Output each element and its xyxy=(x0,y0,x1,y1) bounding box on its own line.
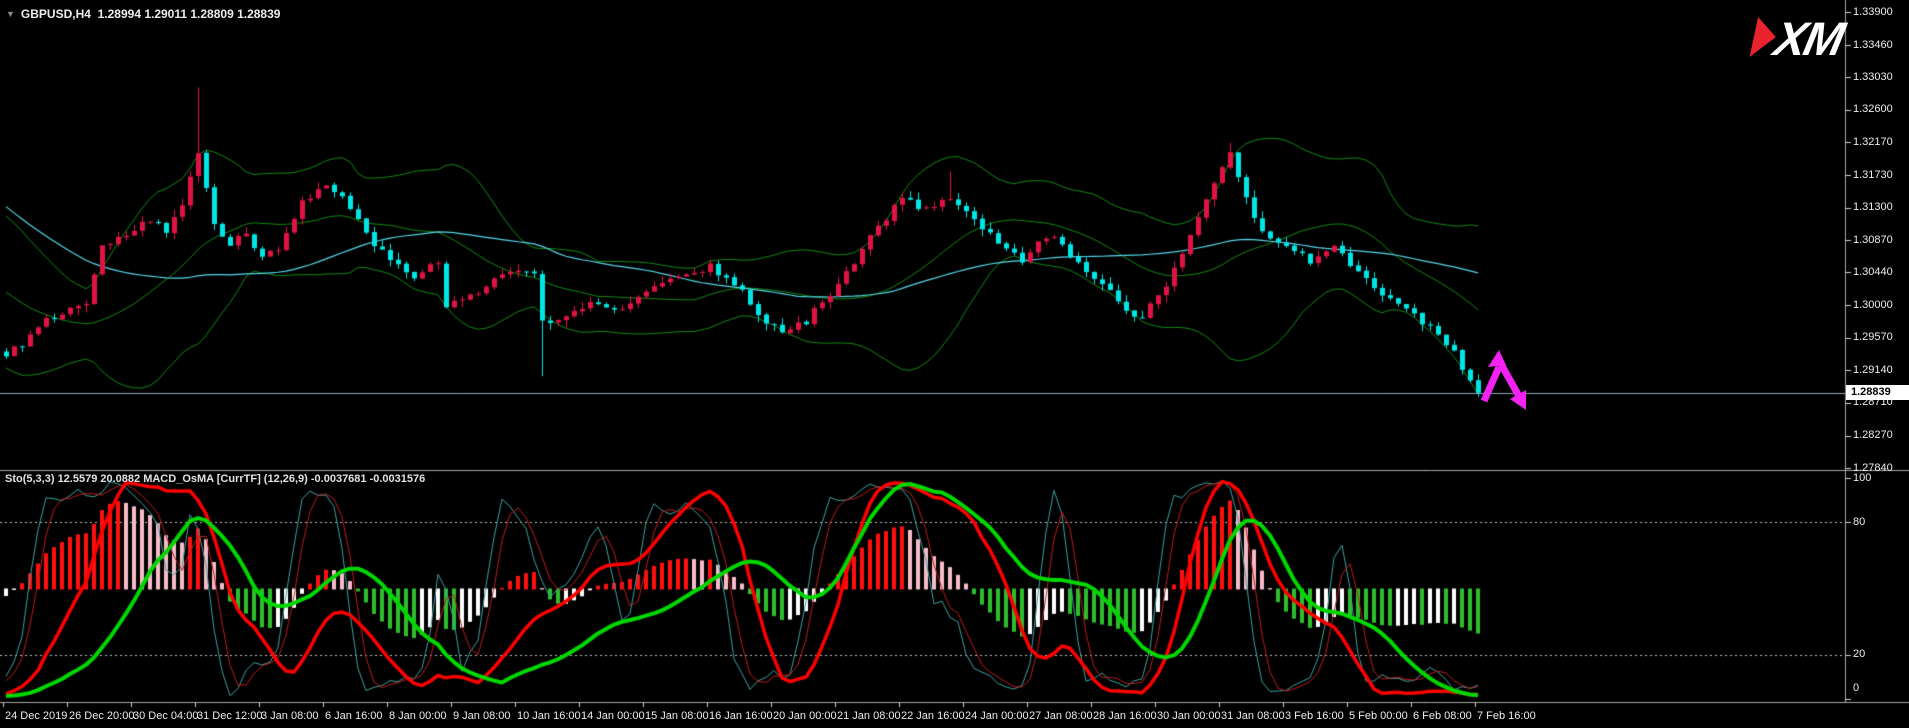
time-axis-label: 31 Jan 08:00 xyxy=(1221,710,1285,722)
price-axis-label: 1.31730 xyxy=(1853,169,1893,181)
time-axis-label: 28 Jan 16:00 xyxy=(1093,710,1157,722)
time-axis-label: 24 Dec 2019 xyxy=(5,710,67,722)
price-axis-label: 1.30870 xyxy=(1853,234,1893,246)
time-axis-label: 16 Jan 16:00 xyxy=(709,710,773,722)
time-axis-label: 21 Jan 08:00 xyxy=(837,710,901,722)
price-axis-label: 1.29140 xyxy=(1853,364,1893,376)
price-axis-label: 1.33460 xyxy=(1853,39,1893,51)
price-chart-canvas[interactable] xyxy=(0,0,1909,728)
time-axis-label: 26 Dec 20:00 xyxy=(69,710,134,722)
time-axis-label: 3 Jan 08:00 xyxy=(261,710,319,722)
chevron-down-icon[interactable]: ▼ xyxy=(6,9,15,19)
indicator-axis-label: 20 xyxy=(1853,648,1865,660)
price-axis-label: 1.33030 xyxy=(1853,71,1893,83)
price-axis-label: 1.30440 xyxy=(1853,266,1893,278)
price-axis-label: 1.32170 xyxy=(1853,136,1893,148)
time-axis-label: 31 Dec 12:00 xyxy=(197,710,262,722)
chart-title: ▼ GBPUSD,H4 1.28994 1.29011 1.28809 1.288… xyxy=(6,7,280,21)
time-axis-label: 27 Jan 08:00 xyxy=(1029,710,1093,722)
chart-window: ▼ GBPUSD,H4 1.28994 1.29011 1.28809 1.288… xyxy=(0,0,1909,728)
ohlc-values: 1.28994 1.29011 1.28809 1.28839 xyxy=(98,7,281,21)
time-axis-label: 14 Jan 00:00 xyxy=(581,710,645,722)
indicator-axis-label: 0 xyxy=(1853,682,1859,694)
logo-text: XM xyxy=(1767,13,1850,65)
xm-logo: XM xyxy=(1740,8,1850,66)
arrow-up-then-down-icon xyxy=(1484,350,1526,410)
time-axis-label: 5 Feb 00:00 xyxy=(1349,710,1408,722)
price-axis-label: 1.31300 xyxy=(1853,201,1893,213)
symbol-period-label: GBPUSD,H4 xyxy=(21,7,91,21)
indicator-axis-label: 100 xyxy=(1853,472,1871,484)
time-axis-label: 7 Feb 16:00 xyxy=(1477,710,1536,722)
annotation-arrow[interactable] xyxy=(1469,345,1539,417)
time-axis-label: 30 Jan 00:00 xyxy=(1157,710,1221,722)
price-axis-label: 1.28270 xyxy=(1853,429,1893,441)
price-axis-label: 1.29570 xyxy=(1853,331,1893,343)
indicator-label: Sto(5,3,3) 12.5579 20.0882 MACD_OsMA [Cu… xyxy=(5,473,425,485)
time-axis-label: 30 Dec 04:00 xyxy=(133,710,198,722)
time-axis-label: 3 Feb 16:00 xyxy=(1285,710,1344,722)
time-axis-label: 20 Jan 00:00 xyxy=(773,710,837,722)
price-axis-label: 1.30000 xyxy=(1853,299,1893,311)
time-axis-label: 22 Jan 16:00 xyxy=(901,710,965,722)
time-axis-label: 6 Jan 16:00 xyxy=(325,710,383,722)
indicator-axis-label: 80 xyxy=(1853,516,1865,528)
time-axis-label: 8 Jan 00:00 xyxy=(389,710,447,722)
current-price-badge: 1.28839 xyxy=(1846,385,1909,400)
time-axis-label: 9 Jan 08:00 xyxy=(453,710,511,722)
price-axis-label: 1.32600 xyxy=(1853,103,1893,115)
time-axis-label: 6 Feb 08:00 xyxy=(1413,710,1472,722)
time-axis-label: 24 Jan 00:00 xyxy=(965,710,1029,722)
time-axis-label: 10 Jan 16:00 xyxy=(517,710,581,722)
price-axis-label: 1.33900 xyxy=(1853,6,1893,18)
time-axis-label: 15 Jan 08:00 xyxy=(645,710,709,722)
